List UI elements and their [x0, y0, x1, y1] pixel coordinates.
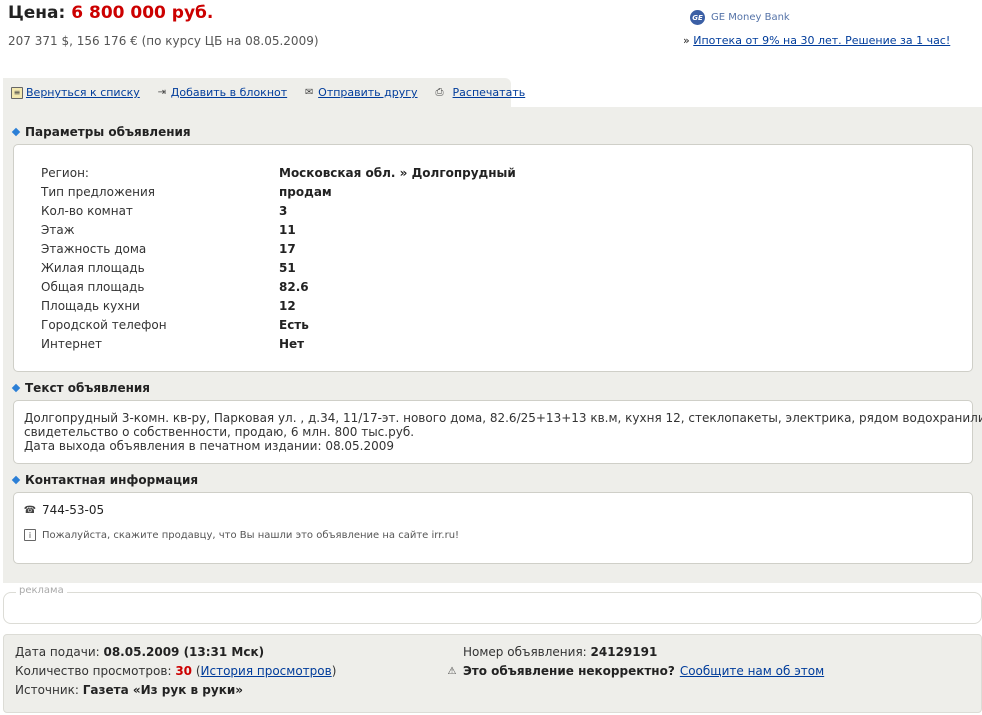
source-label: Источник:: [15, 683, 79, 697]
param-value: продам: [279, 184, 332, 199]
param-row: Регион: Московская обл. » Долгопрудный: [41, 163, 972, 182]
param-row: Тип предложения продам: [41, 182, 972, 201]
number-value: 24129191: [590, 645, 658, 659]
param-row: Интернет Нет: [41, 334, 972, 353]
action-toolbar: ≡ Вернуться к списку ⇥ Добавить в блокно…: [3, 78, 525, 107]
param-row: Кол-во комнат 3: [41, 201, 972, 220]
param-label: Этажность дома: [41, 241, 147, 256]
param-value: Нет: [279, 336, 305, 351]
params-section-title: Параметры объявления: [11, 125, 191, 139]
listing-number: Номер объявления: 24129191: [463, 645, 657, 659]
param-value: 3: [279, 203, 288, 218]
mortgage-ad-link[interactable]: Ипотека от 9% на 30 лет. Решение за 1 ча…: [693, 34, 950, 47]
currency-rate: 207 371 $, 156 176 € (по курсу ЦБ на 08.…: [8, 34, 319, 48]
param-label: Площадь кухни: [41, 298, 140, 313]
send-to-friend-button[interactable]: ✉ Отправить другу: [303, 86, 418, 99]
number-label: Номер объявления:: [463, 645, 587, 659]
listing-details: Параметры объявления Регион: Московская о…: [3, 107, 982, 583]
ad-label: реклама: [16, 585, 67, 596]
param-label: Тип предложения: [41, 184, 155, 199]
param-label: Общая площадь: [41, 279, 145, 294]
notebook-icon: ⇥: [157, 87, 166, 98]
warning-icon: ⚠: [447, 665, 457, 677]
phone-number: 744-53-05: [42, 503, 105, 517]
ad-text-section-title: Текст объявления: [11, 381, 150, 395]
incorrect-label: Это объявление некорректно?: [463, 664, 675, 678]
print-link[interactable]: Распечатать: [453, 86, 526, 99]
ad-text-title: Текст объявления: [25, 381, 150, 395]
date-value: 08.05.2009 (13:31 Мск): [103, 645, 265, 659]
print-button[interactable]: ⎙ Распечатать: [434, 86, 526, 99]
ge-logo-icon: GE: [690, 10, 705, 25]
param-value: 51: [279, 260, 296, 275]
report-incorrect: ⚠ Это объявление некорректно? Сообщите н…: [446, 664, 825, 678]
price-label: Цена:: [8, 3, 66, 23]
params-title: Параметры объявления: [25, 125, 191, 139]
ge-logo-text: GE Money Bank: [711, 12, 790, 23]
send-to-friend-link[interactable]: Отправить другу: [318, 86, 417, 99]
bullet-icon: [11, 127, 21, 137]
contact-section-title: Контактная информация: [11, 473, 199, 487]
param-label: Регион:: [41, 165, 89, 180]
phone-row: ☎ 744-53-05: [24, 503, 962, 517]
param-row: Площадь кухни 12: [41, 296, 972, 315]
ge-money-logo[interactable]: GE GE Money Bank: [690, 10, 790, 25]
param-row: Общая площадь 82.6: [41, 277, 972, 296]
param-value: Есть: [279, 317, 309, 332]
param-label: Городской телефон: [41, 317, 167, 332]
param-label: Жилая площадь: [41, 260, 145, 275]
param-row: Этажность дома 17: [41, 239, 972, 258]
source-value: Газета «Из рук в руки»: [82, 683, 244, 697]
phone-icon: ☎: [23, 504, 37, 516]
param-value: 12: [279, 298, 296, 313]
view-count: Количество просмотров: 30 (История просм…: [15, 664, 337, 678]
param-value: 11: [279, 222, 296, 237]
envelope-icon: ✉: [304, 87, 314, 98]
param-label: Этаж: [41, 222, 75, 237]
param-row: Городской телефон Есть: [41, 315, 972, 334]
ad-text-line: свидетельство о собственности, продаю, 6…: [24, 425, 415, 439]
param-label: Кол-во комнат: [41, 203, 133, 218]
ad-text-panel: Долгопрудный 3-комн. кв-ру, Парковая ул.…: [13, 400, 982, 464]
ad-text-line: Дата выхода объявления в печатном издани…: [24, 439, 395, 453]
report-link[interactable]: Сообщите нам об этом: [680, 664, 824, 678]
contact-panel: ☎ 744-53-05 i Пожалуйста, скажите продав…: [13, 492, 973, 564]
param-value: Московская обл. » Долгопрудный: [279, 165, 516, 180]
bullet-icon: [11, 383, 21, 393]
contact-title: Контактная информация: [25, 473, 199, 487]
views-value: 30: [175, 664, 193, 678]
date-label: Дата подачи:: [15, 645, 100, 659]
source: Источник: Газета «Из рук в руки»: [15, 683, 243, 697]
add-to-notebook-link[interactable]: Добавить в блокнот: [171, 86, 287, 99]
lightbulb-icon: i: [24, 529, 36, 541]
add-to-notebook-button[interactable]: ⇥ Добавить в блокнот: [156, 86, 288, 99]
hint-row: i Пожалуйста, скажите продавцу, что Вы н…: [24, 529, 962, 541]
back-to-list-button[interactable]: ≡ Вернуться к списку: [11, 86, 140, 99]
printer-icon: ⎙: [435, 87, 444, 98]
params-panel: Регион: Московская обл. » Долгопрудный Ти…: [13, 144, 973, 372]
ad-block: реклама: [3, 585, 982, 624]
param-value: 17: [279, 241, 296, 256]
param-row: Этаж 11: [41, 220, 972, 239]
param-value: 82.6: [279, 279, 309, 294]
ad-text-line: Долгопрудный 3-комн. кв-ру, Парковая ул.…: [24, 411, 982, 425]
list-icon: ≡: [11, 86, 23, 99]
views-label: Количество просмотров:: [15, 664, 172, 678]
param-label: Интернет: [41, 336, 103, 351]
param-row: Жилая площадь 51: [41, 258, 972, 277]
view-history-link[interactable]: История просмотров: [201, 664, 332, 678]
submit-date: Дата подачи: 08.05.2009 (13:31 Мск): [15, 645, 264, 659]
mortgage-ad: » Ипотека от 9% на 30 лет. Решение за 1 …: [683, 34, 950, 47]
listing-meta: Дата подачи: 08.05.2009 (13:31 Мск) Коли…: [3, 634, 982, 713]
price-value: 6 800 000 руб.: [71, 3, 214, 23]
bullet-icon: [11, 475, 21, 485]
back-to-list-link[interactable]: Вернуться к списку: [26, 86, 140, 99]
seller-hint: Пожалуйста, скажите продавцу, что Вы наш…: [42, 529, 460, 541]
price-line: Цена: 6 800 000 руб.: [8, 3, 213, 23]
ad-link-prefix: »: [683, 34, 690, 47]
